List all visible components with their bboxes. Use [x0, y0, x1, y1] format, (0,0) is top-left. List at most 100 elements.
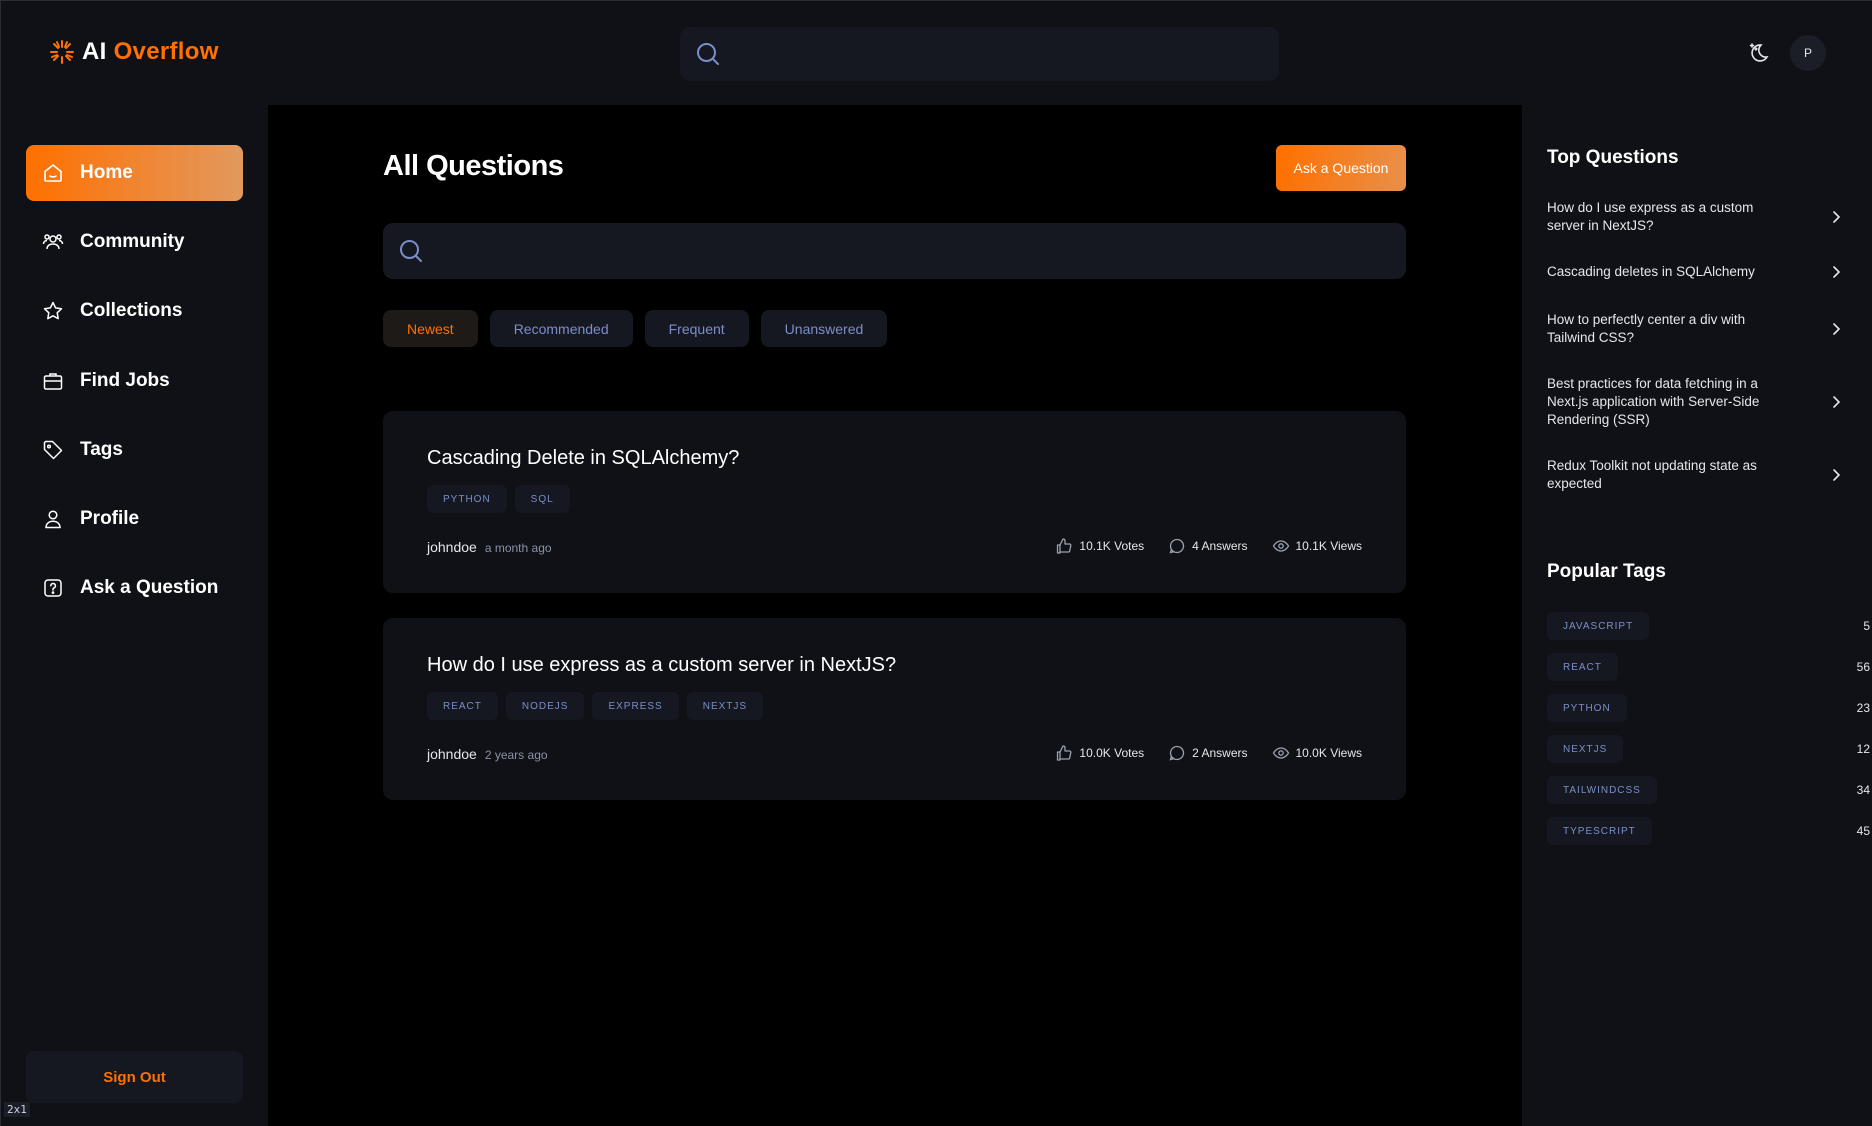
users-icon	[42, 234, 64, 250]
search-icon	[400, 240, 422, 262]
answers-stat: 4 Answers	[1168, 537, 1248, 555]
sidebar-item-community[interactable]: Community	[26, 214, 243, 270]
popular-tag-chip[interactable]: JAVASCRIPT	[1547, 612, 1650, 640]
user-avatar[interactable]: P	[1790, 35, 1826, 71]
top-question-item[interactable]: Best practices for data fetching in a Ne…	[1547, 375, 1857, 429]
question-search[interactable]	[383, 223, 1406, 279]
views-stat: 10.0K Views	[1272, 744, 1363, 762]
sidebar-item-collections[interactable]: Collections	[26, 283, 243, 339]
top-question-item[interactable]: How to perfectly center a div with Tailw…	[1547, 311, 1857, 347]
top-question-text: Cascading deletes in SQLAlchemy	[1547, 264, 1755, 279]
chevron-right-icon	[1833, 469, 1841, 481]
popular-tag-chip[interactable]: REACT	[1547, 653, 1618, 681]
question-title[interactable]: Cascading Delete in SQLAlchemy?	[427, 447, 739, 470]
sidebar-item-ask-question[interactable]: Ask a Question	[26, 560, 243, 616]
moon-sun-theme-icon[interactable]	[1747, 41, 1771, 65]
popular-tag-chip[interactable]: NEXTJS	[1547, 735, 1624, 763]
popular-tag-chip[interactable]: TAILWINDCSS	[1547, 776, 1657, 804]
popular-tag-row: REACT 56	[1547, 653, 1870, 681]
top-question-item[interactable]: How do I use express as a custom server …	[1547, 199, 1857, 235]
left-sidebar: Home Community Collections Find Jobs Tag…	[0, 105, 268, 1126]
question-title[interactable]: How do I use express as a custom server …	[427, 654, 896, 677]
filter-recommended[interactable]: Recommended	[489, 310, 633, 347]
filter-unanswered[interactable]: Unanswered	[760, 310, 888, 347]
app-root: AI Overflow P Home Community Collections…	[0, 0, 1872, 1126]
sidebar-item-label: Ask a Question	[80, 577, 219, 598]
answers-stat: 2 Answers	[1168, 744, 1248, 762]
global-search-input[interactable]	[736, 27, 1266, 81]
main-content: All Questions Ask a Question Newest Reco…	[268, 105, 1522, 1126]
sidebar-item-label: Community	[80, 231, 185, 252]
sidebar-item-find-jobs[interactable]: Find Jobs	[26, 353, 243, 409]
popular-tag-chip[interactable]: PYTHON	[1547, 694, 1627, 722]
sign-out-button[interactable]: Sign Out	[26, 1051, 243, 1103]
popular-tag-count: 34	[1856, 783, 1870, 797]
popular-tag-row: NEXTJS 12	[1547, 735, 1870, 763]
logo-text: AI Overflow	[82, 38, 219, 66]
top-question-text: How do I use express as a custom server …	[1547, 200, 1754, 233]
question-search-input[interactable]	[439, 223, 1389, 279]
sun-burst-logo-icon	[50, 40, 74, 64]
chevron-right-icon	[1833, 211, 1841, 223]
answers-count: 2 Answers	[1192, 746, 1248, 760]
sidebar-item-label: Collections	[80, 300, 183, 321]
eye-icon	[1272, 747, 1289, 759]
popular-tag-count: 45	[1856, 824, 1870, 838]
popular-tag-row: PYTHON 23	[1547, 694, 1870, 722]
popular-tag-count: 5	[1863, 619, 1870, 633]
filter-newest[interactable]: Newest	[383, 310, 478, 347]
tag-chip[interactable]: NODEJS	[505, 692, 585, 720]
chevron-right-icon	[1833, 323, 1841, 335]
author-name[interactable]: johndoe	[427, 539, 477, 555]
tag-chip[interactable]: SQL	[514, 485, 570, 513]
top-question-item[interactable]: Cascading deletes in SQLAlchemy	[1547, 263, 1857, 281]
views-count: 10.0K Views	[1295, 746, 1363, 760]
thumbs-up-icon	[1057, 745, 1072, 761]
views-count: 10.1K Views	[1295, 539, 1363, 553]
tag-chip[interactable]: PYTHON	[427, 485, 507, 513]
popular-tag-count: 23	[1856, 701, 1870, 715]
chevron-right-icon	[1833, 266, 1841, 278]
tag-chip[interactable]: REACT	[427, 692, 498, 720]
tag-chip[interactable]: EXPRESS	[592, 692, 679, 720]
question-tags: PYTHON SQL	[427, 485, 570, 513]
thumbs-up-icon	[1057, 538, 1072, 554]
sidebar-item-profile[interactable]: Profile	[26, 491, 243, 547]
top-question-text: How to perfectly center a div with Tailw…	[1547, 312, 1746, 345]
tag-chip[interactable]: NEXTJS	[686, 692, 764, 720]
top-questions-heading: Top Questions	[1547, 147, 1679, 168]
logo-text-ai: AI	[82, 38, 107, 65]
filter-tabs: Newest Recommended Frequent Unanswered	[383, 310, 888, 347]
question-tags: REACT NODEJS EXPRESS NEXTJS	[427, 692, 764, 720]
global-search[interactable]	[680, 27, 1279, 81]
popular-tags-heading: Popular Tags	[1547, 561, 1666, 582]
filter-frequent[interactable]: Frequent	[644, 310, 749, 347]
author-name[interactable]: johndoe	[427, 746, 477, 762]
message-circle-icon	[1169, 745, 1185, 761]
message-circle-icon	[1169, 538, 1185, 554]
views-stat: 10.1K Views	[1272, 537, 1363, 555]
votes-stat: 10.1K Votes	[1055, 537, 1144, 555]
user-icon	[45, 510, 61, 529]
posted-time: a month ago	[484, 541, 552, 555]
posted-time: 2 years ago	[484, 748, 548, 762]
logo[interactable]: AI Overflow	[48, 38, 219, 66]
votes-count: 10.0K Votes	[1079, 746, 1145, 760]
popular-tag-count: 12	[1856, 742, 1870, 756]
sidebar-item-home[interactable]: Home	[26, 145, 243, 201]
top-question-item[interactable]: Redux Toolkit not updating state as expe…	[1547, 457, 1857, 493]
home-icon	[44, 163, 62, 182]
sidebar-item-label: Tags	[80, 439, 123, 460]
popular-tag-row: TYPESCRIPT 45	[1547, 817, 1870, 845]
popular-tag-chip[interactable]: TYPESCRIPT	[1547, 817, 1652, 845]
top-question-text: Redux Toolkit not updating state as expe…	[1547, 458, 1757, 491]
star-icon	[43, 301, 63, 320]
sidebar-item-label: Find Jobs	[80, 370, 170, 391]
question-author-meta: johndoe a month ago	[427, 539, 552, 555]
chevron-right-icon	[1833, 396, 1841, 408]
eye-icon	[1272, 540, 1289, 552]
question-icon	[44, 579, 62, 597]
popular-tag-row: TAILWINDCSS 34	[1547, 776, 1870, 804]
ask-question-button[interactable]: Ask a Question	[1276, 145, 1406, 191]
sidebar-item-tags[interactable]: Tags	[26, 422, 243, 478]
